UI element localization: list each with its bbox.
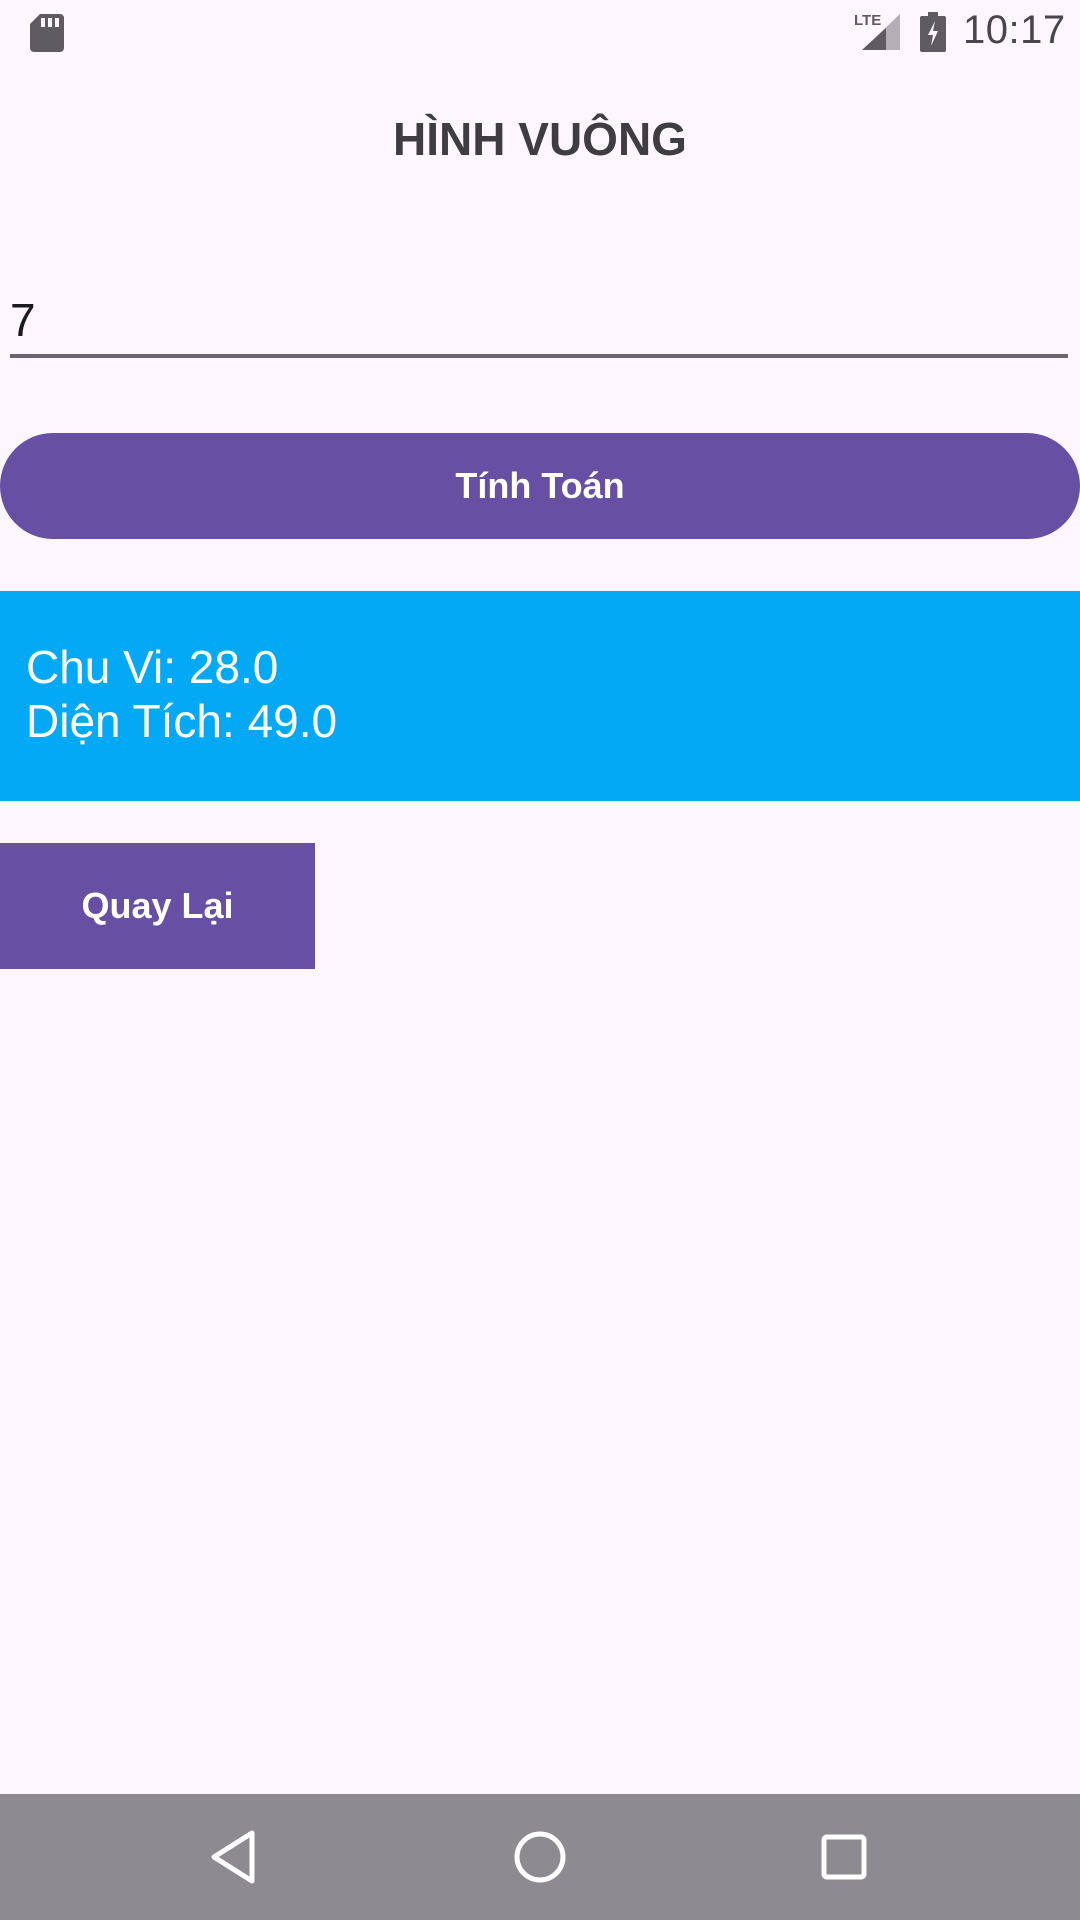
status-bar: LTE 10:17 [0, 0, 1080, 64]
calculate-button-label: Tính Toán [455, 465, 625, 506]
back-button-label: Quay Lại [81, 885, 234, 926]
network-type-label: LTE [854, 12, 881, 29]
sd-card-icon [30, 14, 64, 52]
navigation-bar [0, 1794, 1080, 1920]
battery-charging-icon [920, 12, 946, 52]
back-triangle-icon[interactable] [204, 1825, 268, 1889]
page-title: HÌNH VUÔNG [393, 113, 687, 165]
recents-square-icon[interactable] [812, 1825, 876, 1889]
lte-signal-icon: LTE [854, 12, 900, 50]
clock: 10:17 [963, 8, 1066, 52]
results-panel: Chu Vi: 28.0 Diện Tích: 49.0 [0, 591, 1080, 801]
area-result: Diện Tích: 49.0 [26, 695, 338, 747]
side-length-input[interactable] [10, 286, 1068, 358]
calculate-button[interactable]: Tính Toán [0, 433, 1080, 539]
home-circle-icon[interactable] [508, 1825, 572, 1889]
perimeter-result: Chu Vi: 28.0 [26, 641, 279, 693]
back-button[interactable]: Quay Lại [0, 843, 315, 969]
